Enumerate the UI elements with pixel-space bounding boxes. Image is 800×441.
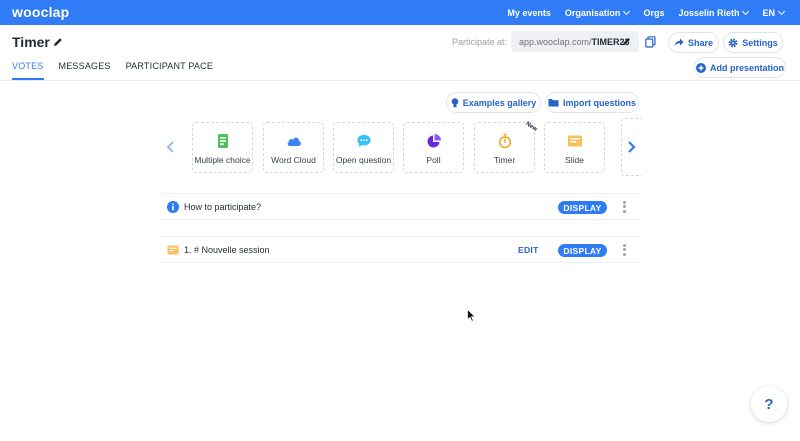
tab-messages[interactable]: MESSAGES <box>59 61 111 80</box>
import-questions-label: Import questions <box>562 97 636 108</box>
question-type-timer[interactable]: New Timer <box>474 121 538 173</box>
add-presentation-button[interactable]: Add presentation <box>694 57 786 78</box>
participation-url[interactable]: app.wooclap.com/TIMER23 <box>511 31 639 52</box>
slide-icon <box>167 245 179 255</box>
info-icon <box>167 201 179 213</box>
mouse-cursor-icon <box>467 309 476 322</box>
participate-label: Participate at: <box>452 37 508 47</box>
nav-language-label: EN <box>762 7 775 18</box>
question-type-multiple-choice[interactable]: Multiple choice <box>192 122 253 173</box>
display-button[interactable]: DISPLAY <box>558 244 607 257</box>
edit-button[interactable]: EDIT <box>518 245 539 255</box>
chevron-down-icon <box>777 7 786 15</box>
wooclap-logo[interactable]: wooclap <box>12 4 69 20</box>
tab-bar: VOTES MESSAGES PARTICIPANT PACE <box>12 61 213 80</box>
gear-icon <box>728 38 738 47</box>
tabs-divider <box>0 80 800 81</box>
tab-votes[interactable]: VOTES <box>12 61 44 80</box>
question-type-slide[interactable]: Slide <box>544 122 605 173</box>
app-window: wooclap My events Organisation Orgs Joss… <box>0 0 800 441</box>
card-label: Slide <box>565 155 584 165</box>
nav-language[interactable]: EN <box>762 7 786 18</box>
more-options-icon[interactable] <box>620 242 628 258</box>
how-to-participate-row[interactable]: How to participate? DISPLAY <box>161 193 639 220</box>
session-row[interactable]: 1. # Nouvelle session EDIT DISPLAY <box>161 236 639 263</box>
row-title: How to participate? <box>184 202 262 212</box>
event-title: Timer <box>12 34 50 50</box>
card-label: Multiple choice <box>194 155 251 165</box>
nav-user-menu[interactable]: Josselin Rieth <box>678 7 750 18</box>
slide-icon <box>567 135 582 147</box>
share-label: Share <box>687 37 713 48</box>
top-navigation: My events Organisation Orgs Josselin Rie… <box>507 0 786 25</box>
settings-label: Settings <box>742 37 778 48</box>
question-type-poll[interactable]: Poll <box>403 122 464 173</box>
plus-circle-icon <box>695 62 706 73</box>
folder-icon <box>548 99 559 107</box>
settings-button[interactable]: Settings <box>723 32 783 53</box>
chevron-down-icon <box>742 7 750 15</box>
import-questions-button[interactable]: Import questions <box>545 92 639 113</box>
display-button[interactable]: DISPLAY <box>558 201 607 214</box>
row-title: 1. # Nouvelle session <box>184 245 270 255</box>
tab-participant-pace[interactable]: PARTICIPANT PACE <box>126 61 213 80</box>
share-icon <box>674 38 684 47</box>
nav-organisation-label: Organisation <box>564 7 621 18</box>
stopwatch-icon <box>498 134 511 149</box>
carousel-prev-icon[interactable] <box>164 138 178 156</box>
share-button[interactable]: Share <box>668 32 719 53</box>
card-label: Open question <box>335 155 392 165</box>
examples-gallery-button[interactable]: Examples gallery <box>446 92 541 113</box>
card-label: Poll <box>426 155 441 165</box>
cloud-icon <box>287 137 301 146</box>
top-bar: wooclap My events Organisation Orgs Joss… <box>0 0 800 25</box>
multiple-choice-icon <box>217 134 228 148</box>
card-label: Word Cloud <box>271 155 316 165</box>
add-presentation-label: Add presentation <box>709 62 784 73</box>
pencil-icon[interactable] <box>621 36 632 47</box>
nav-my-events[interactable]: My events <box>507 8 551 18</box>
examples-gallery-label: Examples gallery <box>462 97 537 108</box>
nav-organisation[interactable]: Organisation <box>564 7 631 18</box>
new-badge: New <box>524 121 538 133</box>
chevron-down-icon <box>623 7 631 15</box>
copy-icon[interactable] <box>645 36 656 48</box>
question-type-open-question[interactable]: Open question <box>333 122 394 173</box>
pencil-icon[interactable] <box>52 36 64 48</box>
lightbulb-icon <box>451 97 459 107</box>
nav-orgs-label: Orgs <box>643 7 665 18</box>
pie-chart-icon <box>427 134 441 148</box>
url-prefix: app.wooclap.com/ <box>519 36 592 47</box>
nav-user-label: Josselin Rieth <box>678 7 740 18</box>
question-type-word-cloud[interactable]: Word Cloud <box>263 122 324 173</box>
carousel-next-icon[interactable] <box>624 138 638 156</box>
card-label: Timer <box>493 155 516 165</box>
nav-my-events-label: My events <box>507 7 551 18</box>
help-button[interactable]: ? <box>751 386 787 422</box>
speech-bubble-icon <box>357 135 370 147</box>
more-options-icon[interactable] <box>620 199 628 215</box>
nav-orgs[interactable]: Orgs <box>643 8 664 18</box>
